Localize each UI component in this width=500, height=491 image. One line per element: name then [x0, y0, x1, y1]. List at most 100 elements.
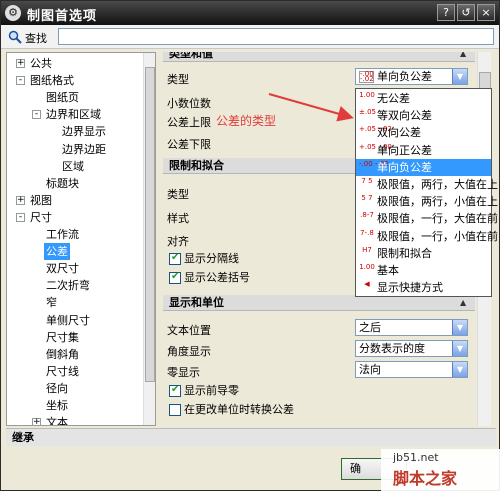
tolerance-type-dropdown[interactable]: -.00 -.02 单向负公差 ▼: [355, 68, 468, 85]
convert-on-unit-change-checkbox[interactable]: 在更改单位时转换公差: [169, 401, 294, 417]
search-input[interactable]: [58, 28, 494, 45]
zero-display-dropdown[interactable]: 法向 ▼: [355, 361, 468, 378]
tree-item[interactable]: - 尺寸: [7, 209, 142, 226]
show-separator-checkbox[interactable]: 显示分隔线: [169, 250, 239, 266]
restore-button[interactable]: ↺: [457, 4, 475, 21]
tree-item[interactable]: 边界显示: [7, 123, 142, 140]
collapse-icon[interactable]: -: [16, 76, 25, 86]
tree-item[interactable]: 尺寸集: [7, 329, 142, 346]
popup-option-label: 无公差: [377, 92, 410, 105]
popup-option[interactable]: +.05 -.00 单向正公差: [356, 142, 491, 159]
expand-icon[interactable]: +: [32, 418, 41, 425]
tree-item-label: 图纸页: [46, 91, 79, 105]
tree-item[interactable]: 单侧尺寸: [7, 312, 142, 329]
popup-option[interactable]: 1.00 基本: [356, 262, 491, 279]
tolerance-symbol-icon: 5 7: [361, 194, 373, 203]
angle-display-dropdown[interactable]: 分数表示的度 ▼: [355, 340, 468, 357]
zero-display-label: 零显示: [167, 366, 200, 379]
tree-item-label: 边界显示: [62, 125, 106, 139]
tree-item[interactable]: + 文本: [7, 414, 142, 426]
chevron-down-icon[interactable]: ▼: [452, 320, 467, 335]
popup-option[interactable]: ±.05 等双向公差: [356, 107, 491, 124]
tree-item[interactable]: 标题块: [7, 175, 142, 192]
tree-item[interactable]: 坐标: [7, 397, 142, 414]
popup-option[interactable]: .8-7 极限值，一行，大值在前: [356, 210, 498, 227]
watermark: jb51.net 脚本之家: [381, 449, 500, 491]
popup-option-label: 等双向公差: [377, 109, 432, 123]
tree-item-label: 坐标: [46, 399, 68, 412]
tolerance-symbol-icon: +.05 -.00: [359, 142, 392, 151]
preferences-tree: + 公共 - 图纸格式图纸页 - 边界和区域边界显示边界边距区域 标题块 + 视图 - 尺寸 工作流公…: [6, 52, 156, 426]
tree-item[interactable]: 边界边距: [7, 141, 142, 158]
tree-item[interactable]: 径向: [7, 380, 142, 397]
collapse-icon[interactable]: -: [32, 110, 41, 120]
expand-icon[interactable]: +: [16, 195, 25, 205]
upper-tolerance-label: 公差上限: [167, 116, 211, 129]
collapse-chevron-icon[interactable]: ▲: [460, 52, 469, 58]
tree-item[interactable]: 尺寸线: [7, 363, 142, 380]
popup-option[interactable]: 7 5 极限值，两行，大值在上: [356, 176, 498, 193]
tree-item[interactable]: 区域: [7, 158, 142, 175]
popup-option[interactable]: +.05 -.02 双向公差: [356, 124, 491, 141]
tree-item-label: 单侧尺寸: [46, 313, 90, 327]
popup-option-label: 显示快捷方式: [377, 281, 443, 295]
show-bracket-checkbox[interactable]: 显示公差括号: [169, 269, 250, 285]
popup-option-label: 极限值，两行，大值在上: [377, 178, 498, 191]
tree-item-label: 边界边距: [62, 142, 106, 156]
tree-item[interactable]: 双尺寸: [7, 260, 142, 277]
chevron-down-icon[interactable]: ▼: [452, 362, 467, 377]
popup-option-label: 单向正公差: [377, 143, 432, 157]
tolerance-symbol-icon: 1.00: [359, 91, 375, 99]
help-button[interactable]: ?: [437, 4, 455, 21]
tree-scrollbar[interactable]: [143, 53, 155, 425]
tree-item[interactable]: - 图纸格式: [7, 72, 142, 89]
popup-option[interactable]: H7 限制和拟合: [356, 245, 491, 262]
search-label: 查找: [25, 32, 47, 45]
collapse-icon[interactable]: -: [16, 212, 25, 222]
tree-item[interactable]: - 边界和区域: [7, 106, 142, 123]
tree-item-label: 二次折弯: [46, 279, 90, 293]
expand-icon[interactable]: +: [16, 59, 25, 68]
popup-option[interactable]: 5 7 极限值，两行，小值在上: [356, 193, 498, 210]
collapse-chevron-icon[interactable]: ▲: [460, 298, 469, 307]
show-leading-zero-checkbox[interactable]: 显示前导零: [169, 382, 239, 398]
tree-item[interactable]: + 视图: [7, 192, 142, 209]
dropdown-value: 法向: [359, 363, 381, 376]
dialog-title: 制图首选项: [27, 9, 98, 24]
tree-item-label: 窄: [46, 296, 57, 310]
checkbox-check-icon[interactable]: [169, 271, 181, 284]
panel-splitter[interactable]: [157, 52, 162, 426]
tolerance-symbol-icon: +.05 -.02: [359, 125, 392, 134]
chevron-down-icon[interactable]: ▼: [452, 69, 467, 84]
watermark-url: jb51.net: [393, 451, 439, 464]
section-title: 限制和拟合: [169, 159, 224, 172]
popup-option[interactable]: 7-.8 极限值，一行，小值在前: [356, 228, 498, 245]
decimals-label: 小数位数: [167, 97, 211, 110]
checkbox-check-icon[interactable]: [169, 252, 181, 265]
section-type-and-value[interactable]: 类型和值 ▲: [163, 52, 475, 62]
tree-scrollbar-thumb[interactable]: [145, 67, 155, 382]
tree-item[interactable]: + 公共: [7, 55, 142, 72]
close-button[interactable]: ×: [477, 4, 495, 21]
chevron-down-icon[interactable]: ▼: [452, 341, 467, 356]
inherit-bar[interactable]: 继承: [6, 428, 496, 446]
popup-option[interactable]: ◀ 显示快捷方式: [356, 279, 491, 296]
text-position-dropdown[interactable]: 之后 ▼: [355, 319, 468, 336]
popup-option[interactable]: 1.00 无公差: [356, 90, 491, 107]
section-display-and-units[interactable]: 显示和单位 ▲: [163, 295, 475, 311]
tree-item-label: 文本: [46, 416, 68, 426]
tree-item[interactable]: 窄: [7, 294, 142, 311]
tree-item[interactable]: 二次折弯: [7, 277, 142, 294]
checkbox-label: 显示前导零: [184, 384, 239, 397]
tree-item[interactable]: 公差: [7, 243, 142, 261]
popup-option[interactable]: -.00 -.02 单向负公差: [356, 158, 491, 176]
checkbox-check-icon[interactable]: [169, 384, 181, 397]
tolerance-symbol-icon: .8-7: [360, 211, 374, 220]
text-position-label: 文本位置: [167, 324, 211, 337]
tree-item[interactable]: 工作流: [7, 226, 142, 243]
tree-item[interactable]: 图纸页: [7, 89, 142, 106]
tree-item[interactable]: 倒斜角: [7, 346, 142, 363]
checkbox-empty[interactable]: [169, 404, 181, 416]
search-row: 查找: [1, 25, 499, 49]
preferences-dialog: ⚙ 制图首选项 ? ↺ × 查找 + 公共 - 图纸格式 图纸页 - 边界和区域 边界显示 边界…: [0, 0, 500, 491]
